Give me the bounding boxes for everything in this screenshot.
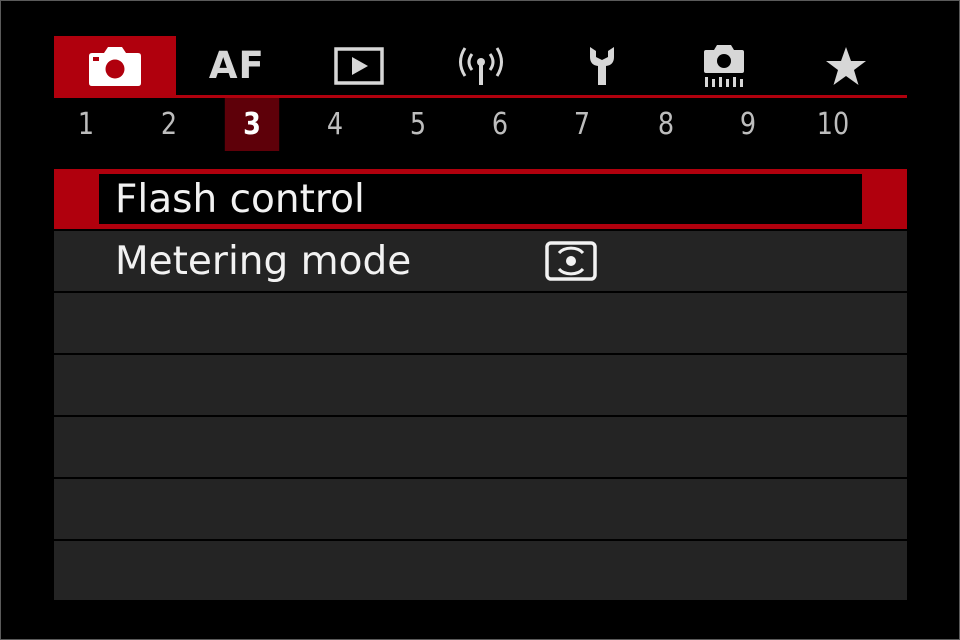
- page-9[interactable]: 9: [721, 98, 775, 151]
- tab-my-menu[interactable]: [785, 36, 907, 95]
- wireless-icon: [458, 46, 503, 85]
- tab-custom-functions[interactable]: [663, 36, 785, 95]
- page-10[interactable]: 10: [806, 98, 860, 151]
- menu-item-label: Metering mode: [115, 238, 412, 284]
- menu-item-label: Flash control: [115, 176, 365, 222]
- tab-wireless[interactable]: [420, 36, 542, 95]
- tab-af[interactable]: AF: [176, 36, 298, 95]
- menu-tab-bar: AF: [54, 36, 907, 95]
- evaluative-metering-icon: [545, 241, 597, 281]
- camera-icon: [88, 46, 141, 86]
- menu-item-empty: [54, 355, 907, 415]
- custom-function-icon: [704, 44, 745, 87]
- page-selector: 1 2 3 4 5 6 7 8 9 10: [54, 98, 907, 151]
- page-1[interactable]: 1: [59, 98, 113, 151]
- page-6[interactable]: 6: [473, 98, 527, 151]
- star-icon: [826, 46, 867, 85]
- tab-setup[interactable]: [541, 36, 663, 95]
- menu-item-empty: [54, 293, 907, 353]
- page-4[interactable]: 4: [308, 98, 362, 151]
- tab-af-label: AF: [208, 44, 265, 87]
- menu-item-empty: [54, 417, 907, 477]
- metering-mode-value: [545, 240, 597, 282]
- page-7[interactable]: 7: [555, 98, 609, 151]
- menu-item-metering-mode[interactable]: Metering mode: [54, 231, 907, 291]
- camera-menu-screen: AF 1 2 3 4 5 6 7 8 9 10 Flash control Me…: [0, 0, 960, 640]
- page-8[interactable]: 8: [639, 98, 693, 151]
- play-icon: [333, 46, 384, 85]
- tab-playback[interactable]: [298, 36, 420, 95]
- page-3[interactable]: 3: [224, 98, 280, 151]
- wrench-icon: [590, 46, 615, 85]
- page-5[interactable]: 5: [391, 98, 445, 151]
- page-2[interactable]: 2: [142, 98, 196, 151]
- tab-shooting[interactable]: [54, 36, 176, 95]
- menu-item-empty: [54, 541, 907, 600]
- menu-item-empty: [54, 479, 907, 539]
- menu-item-flash-control[interactable]: Flash control: [54, 169, 907, 229]
- menu-list: Flash control Metering mode: [54, 169, 907, 600]
